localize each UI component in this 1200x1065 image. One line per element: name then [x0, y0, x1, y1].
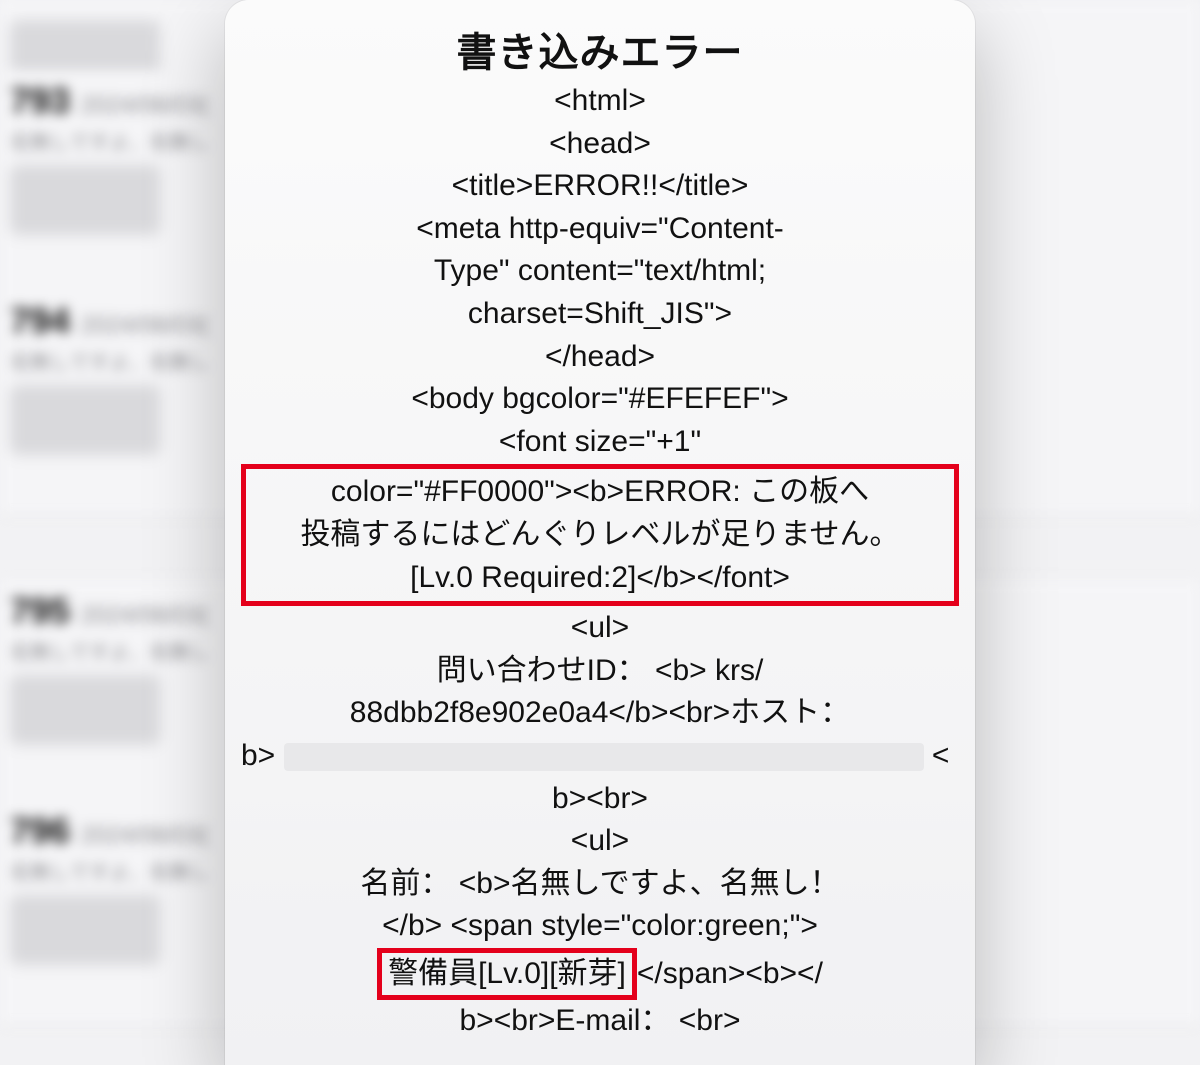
error-line: <ul> — [233, 607, 967, 650]
error-line: 名前： <b>名無しですよ、名無し！ — [233, 863, 967, 906]
error-line: charset=Shift_JIS"> — [233, 293, 967, 336]
error-line: </head> — [233, 336, 967, 379]
error-line: 問い合わせID： <b> krs/ — [233, 650, 967, 693]
dialog-body: <html> <head> <title>ERROR!!</title> <me… — [233, 80, 967, 1043]
error-text-fragment: < — [932, 739, 950, 772]
post-number: 795 — [10, 590, 70, 631]
post-blur-placeholder — [10, 675, 160, 745]
post-date: 2024/06/03( — [81, 312, 209, 339]
post-blur-placeholder — [10, 385, 160, 455]
post-number: 796 — [10, 810, 70, 851]
post-date: 2024/06/03( — [81, 92, 209, 119]
post-date: 2024/06/03( — [81, 602, 209, 629]
error-line: <meta http-equiv="Content- — [233, 208, 967, 251]
dialog-title: 書き込みエラー — [233, 20, 967, 78]
error-line: 警備員[Lv.0][新芽]</span><b></ — [233, 948, 967, 1001]
post-blur-placeholder — [10, 165, 160, 235]
error-line: <head> — [233, 123, 967, 166]
error-line: <ul> — [233, 820, 967, 863]
error-line: <html> — [233, 80, 967, 123]
redacted-host — [284, 743, 924, 771]
post-date: 2024/06/03( — [81, 822, 209, 849]
error-text-fragment: b> — [241, 739, 275, 772]
error-line: <font size="+1" — [233, 421, 967, 464]
error-line: b><br> — [233, 778, 967, 821]
error-text-fragment: </span><b></ — [637, 957, 823, 990]
error-line: [Lv.0 Required:2]</b></font> — [252, 557, 948, 600]
error-highlight-level: 警備員[Lv.0][新芽] — [377, 948, 637, 1001]
error-line: </b> <span style="color:green;"> — [233, 905, 967, 948]
error-dialog[interactable]: 書き込みエラー <html> <head> <title>ERROR!!</ti… — [225, 0, 975, 1065]
error-highlight-primary: color="#FF0000"><b>ERROR: この板へ 投稿するにはどんぐ… — [241, 464, 959, 606]
error-line: b><br>E-mail： <br> — [233, 1000, 967, 1043]
post-blur-placeholder — [10, 895, 160, 965]
error-line-host: b> < — [233, 735, 967, 778]
post-number: 793 — [10, 80, 70, 121]
error-line: Type" content="text/html; — [233, 250, 967, 293]
error-line: <body bgcolor="#EFEFEF"> — [233, 378, 967, 421]
post-number: 794 — [10, 300, 70, 341]
error-line: color="#FF0000"><b>ERROR: この板へ — [252, 471, 948, 514]
error-line: 投稿するにはどんぐりレベルが足りません。 — [252, 514, 948, 557]
error-line: <title>ERROR!!</title> — [233, 165, 967, 208]
error-line: 88dbb2f8e902e0a4</b><br>ホスト： — [233, 692, 967, 735]
